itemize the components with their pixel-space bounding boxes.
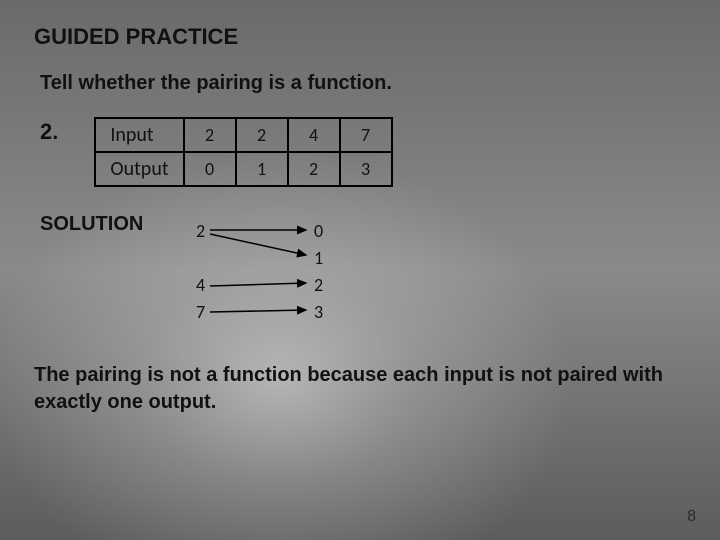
output-cell: 0 (184, 152, 236, 186)
map-left-value: 2 (196, 218, 205, 245)
mapping-arrows (210, 220, 320, 340)
table-row: Output 0 1 2 3 (95, 152, 391, 186)
arrow-icon (210, 234, 306, 255)
mapping-left-column: 2 4 7 (196, 218, 205, 326)
output-cell: 1 (236, 152, 288, 186)
arrow-icon (210, 310, 306, 312)
input-cell: 4 (288, 118, 340, 152)
question-row: 2. Input 2 2 4 7 Output 0 1 2 3 (40, 117, 686, 187)
io-table: Input 2 2 4 7 Output 0 1 2 3 (94, 117, 392, 187)
arrow-icon (210, 283, 306, 286)
table-row: Input 2 2 4 7 (95, 118, 391, 152)
input-cell: 2 (184, 118, 236, 152)
row-label-input: Input (95, 118, 183, 152)
row-label-output: Output (95, 152, 183, 186)
slide: GUIDED PRACTICE Tell whether the pairing… (0, 0, 720, 540)
map-left-value: 4 (196, 272, 205, 299)
map-left-value: 7 (196, 299, 205, 326)
output-cell: 3 (340, 152, 392, 186)
conclusion-text: The pairing is not a function because ea… (34, 362, 686, 416)
page-number: 8 (687, 508, 696, 526)
output-cell: 2 (288, 152, 340, 186)
input-cell: 2 (236, 118, 288, 152)
question-number: 2. (40, 117, 58, 143)
mapping-diagram: 2 4 7 0 1 2 3 (196, 218, 456, 338)
prompt-text: Tell whether the pairing is a function. (40, 72, 686, 95)
section-heading: GUIDED PRACTICE (34, 24, 686, 50)
input-cell: 7 (340, 118, 392, 152)
